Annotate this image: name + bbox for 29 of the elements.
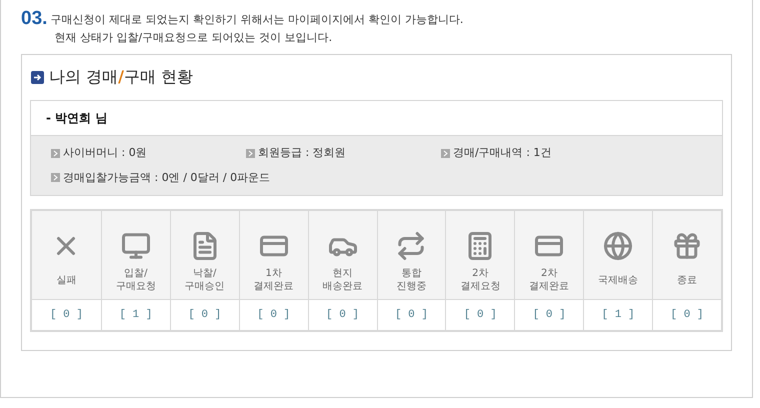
- status-label: 현지 배송완료: [322, 267, 363, 293]
- status-count: [ 0 ]: [257, 308, 290, 323]
- member-info-text: 회원등급 : 정회원: [258, 145, 346, 161]
- status-count: [ 0 ]: [464, 308, 497, 323]
- member-info-text: 경매입찰가능금액 : 0엔 / 0달러 / 0파운드: [63, 170, 270, 186]
- status-label: 실패: [56, 274, 76, 286]
- status-count: [ 0 ]: [50, 308, 83, 323]
- status-count: [ 0 ]: [532, 308, 566, 323]
- member-info-text: 사이버머니 : 0원: [63, 145, 147, 161]
- step-number: 03.: [21, 8, 48, 30]
- status-label: 통합 진행중: [396, 267, 426, 293]
- status-count: [ 0 ]: [670, 308, 704, 323]
- status-count: [ 0 ]: [188, 308, 222, 323]
- status-label: 국제배송: [598, 274, 638, 286]
- status-label: 종료: [677, 274, 698, 286]
- status-count: [ 0 ]: [326, 308, 360, 323]
- status-label: 2차 결제요청: [460, 267, 500, 293]
- member-info-text: 경매/구매내역 : 1건: [453, 145, 552, 161]
- status-count: [ 0 ]: [394, 308, 428, 323]
- status-label: 1차 결제완료: [254, 267, 294, 293]
- panel-title: 나의 경매/구매 현황: [49, 66, 194, 88]
- status-count: [ 1 ]: [119, 308, 152, 323]
- status-label: 낙찰/ 구매승인: [184, 267, 225, 293]
- instruction-text: 현재 상태가 입찰/구매요청으로 되어있는 것이 보입니다.: [53, 30, 334, 46]
- status-label: 2차 결제완료: [529, 267, 570, 293]
- status-label: 입찰/ 구매요청: [116, 267, 156, 293]
- member-name: - 박연희 님: [46, 110, 108, 127]
- status-count: [ 1 ]: [602, 308, 635, 323]
- instruction-text: 구매신청이 제대로 되었는지 확인하기 위해서는 마이페이지에서 확인이 가능합니다.: [50, 12, 464, 28]
